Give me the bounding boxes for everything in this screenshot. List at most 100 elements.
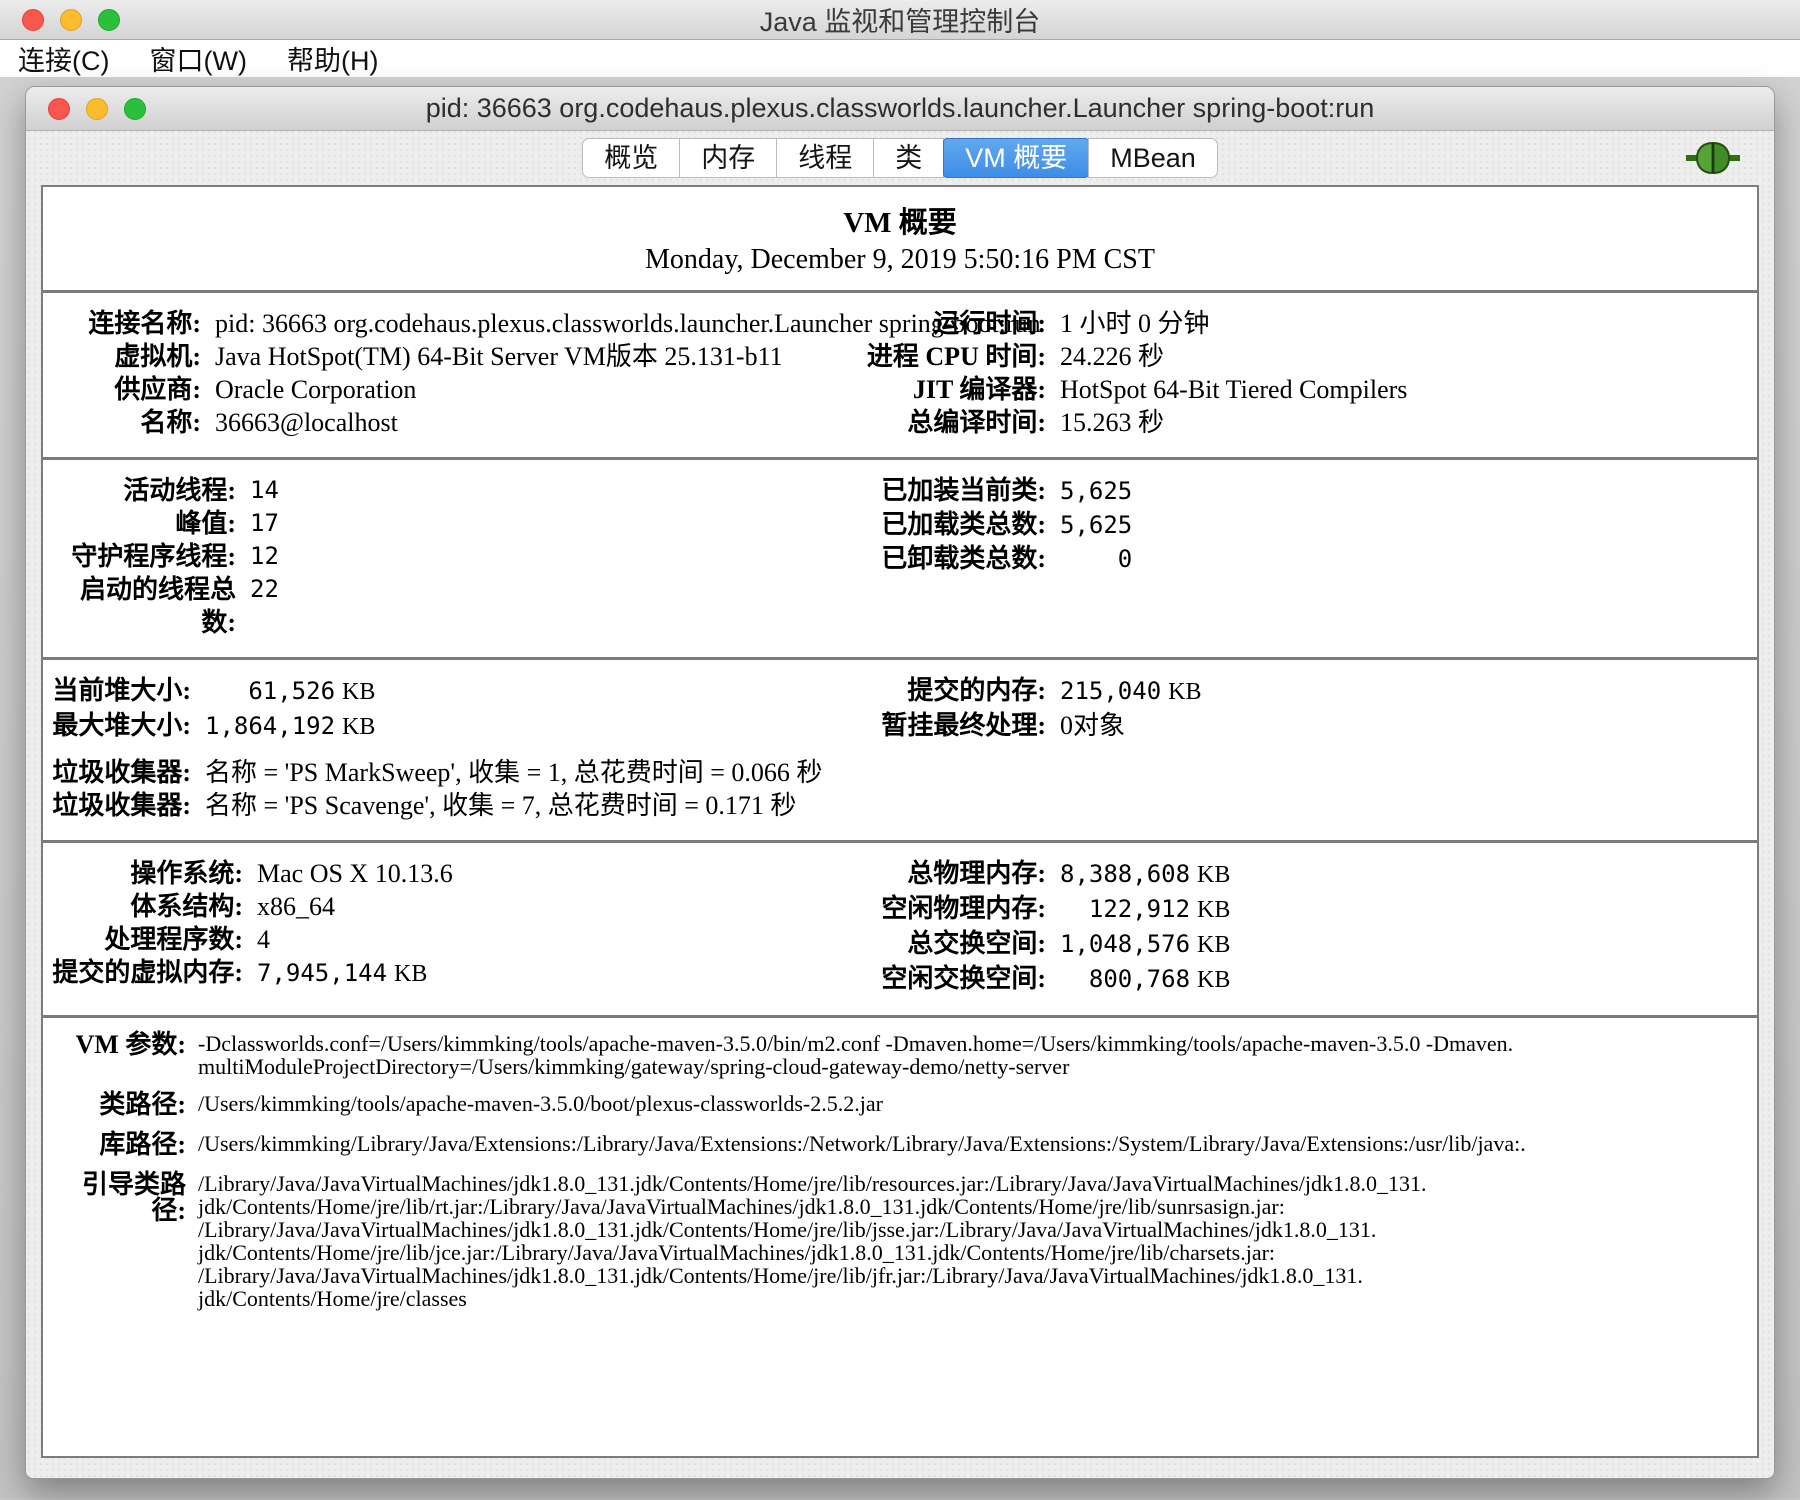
field-unit: KB	[342, 714, 375, 740]
field-label: 进程 CPU 时间:	[851, 340, 1046, 373]
info-row: 提交的虚拟内存: 7,945,144KB	[51, 956, 851, 991]
info-row: 处理程序数: 4	[51, 923, 851, 956]
field-value: 22	[250, 573, 279, 639]
class-path-value: /Users/kimmking/tools/apache-maven-3.5.0…	[198, 1092, 883, 1118]
field-value: 15.263 秒	[1060, 406, 1164, 439]
info-row: 操作系统: Mac OS X 10.13.6	[51, 857, 851, 890]
zoom-icon[interactable]	[124, 98, 146, 120]
zoom-icon[interactable]	[98, 9, 120, 31]
info-row: JIT 编译器: HotSpot 64-Bit Tiered Compilers	[851, 373, 1749, 406]
path-line: /Library/Java/JavaVirtualMachines/jdk1.8…	[198, 1264, 1426, 1287]
field-value: x86_64	[257, 890, 335, 923]
field-label: 最大堆大小:	[51, 709, 191, 744]
library-path-row: 库路径: /Users/kimmking/Library/Java/Extens…	[51, 1132, 1749, 1158]
app-title: Java 监视和管理控制台	[760, 0, 1041, 39]
menu-connection[interactable]: 连接(C)	[18, 39, 109, 78]
info-row: 运行时间: 1 小时 0 分钟	[851, 307, 1749, 340]
info-row: 供应商: Oracle Corporation	[51, 373, 851, 406]
field-label: 空闲物理内存:	[851, 892, 1046, 927]
field-value: 0	[1060, 543, 1132, 576]
vm-args-value: -Dclassworlds.conf=/Users/kimmking/tools…	[198, 1032, 1513, 1078]
minimize-icon[interactable]	[60, 9, 82, 31]
field-unit: KB	[1168, 679, 1201, 705]
field-value: 8,388,608	[1060, 858, 1190, 891]
field-label: VM 参数:	[51, 1032, 186, 1078]
info-row: 总物理内存: 8,388,608KB	[851, 857, 1749, 892]
info-row: 进程 CPU 时间: 24.226 秒	[851, 340, 1749, 373]
info-row: 已加装当前类: 5,625	[851, 474, 1749, 508]
menu-help[interactable]: 帮助(H)	[287, 39, 378, 78]
field-value: 5,625	[1060, 475, 1132, 508]
path-line: /Users/kimmking/Library/Java/Extensions:…	[198, 1132, 1526, 1155]
field-label: 连接名称:	[51, 307, 201, 340]
path-line: jdk/Contents/Home/jre/classes	[198, 1287, 1426, 1310]
info-row: 峰值: 17	[51, 507, 851, 540]
path-line: /Users/kimmking/tools/apache-maven-3.5.0…	[198, 1092, 883, 1115]
heap-left: 当前堆大小: 61,526KB 最大堆大小: 1,864,192KB 垃圾收集器…	[51, 674, 851, 822]
field-value: 17	[250, 507, 279, 540]
boot-class-path-row: 引导类路径: /Library/Java/JavaVirtualMachines…	[51, 1172, 1749, 1310]
tab-memory[interactable]: 内存	[679, 138, 777, 178]
tab-classes[interactable]: 类	[873, 138, 944, 178]
field-label: 暂挂最终处理:	[851, 709, 1046, 742]
plug-connected-icon	[1686, 139, 1740, 182]
field-label: 总物理内存:	[851, 857, 1046, 892]
info-row: 最大堆大小: 1,864,192KB	[51, 709, 851, 744]
field-value: 5,625	[1060, 509, 1132, 542]
field-value: 1 小时 0 分钟	[1060, 307, 1210, 340]
field-label: 活动线程:	[51, 474, 236, 507]
library-path-value: /Users/kimmking/Library/Java/Extensions:…	[198, 1132, 1526, 1158]
info-row: 活动线程: 14	[51, 474, 851, 507]
tab-mbean[interactable]: MBean	[1088, 138, 1218, 178]
summary-title: VM 概要	[43, 199, 1757, 241]
field-label: 引导类路径:	[51, 1172, 186, 1310]
tabbar: 概览 内存 线程 类 VM 概要 MBean	[26, 131, 1774, 185]
field-label: 名称:	[51, 406, 201, 439]
info-row: 暂挂最终处理: 0对象	[851, 709, 1749, 742]
boot-class-path-value: /Library/Java/JavaVirtualMachines/jdk1.8…	[198, 1172, 1426, 1310]
path-line: jdk/Contents/Home/jre/lib/rt.jar:/Librar…	[198, 1195, 1426, 1218]
info-row: 名称: 36663@localhost	[51, 406, 851, 439]
tab-threads[interactable]: 线程	[776, 138, 874, 178]
summary-timestamp: Monday, December 9, 2019 5:50:16 PM CST	[43, 244, 1757, 276]
field-label: 库路径:	[51, 1132, 186, 1158]
field-value: 61,526	[205, 675, 335, 708]
field-value: Java HotSpot(TM) 64-Bit Server VM版本 25.1…	[215, 340, 783, 373]
field-value: 24.226 秒	[1060, 340, 1164, 373]
minimize-icon[interactable]	[86, 98, 108, 120]
info-row: 垃圾收集器: 名称 = 'PS MarkSweep', 收集 = 1, 总花费时…	[51, 756, 851, 789]
gc-rows: 垃圾收集器: 名称 = 'PS MarkSweep', 收集 = 1, 总花费时…	[51, 756, 851, 822]
field-label: 运行时间:	[851, 307, 1046, 340]
section-threads-classes: 活动线程: 14 峰值: 17 守护程序线程: 12 启动的线程总数:	[43, 457, 1757, 657]
connection-window-controls	[48, 87, 146, 130]
menu-window[interactable]: 窗口(W)	[149, 39, 246, 78]
vm-summary-panel: VM 概要 Monday, December 9, 2019 5:50:16 P…	[41, 185, 1759, 1458]
field-value: 122,912	[1060, 893, 1190, 926]
field-label: 峰值:	[51, 507, 236, 540]
path-line: -Dclassworlds.conf=/Users/kimmking/tools…	[198, 1032, 1513, 1055]
info-row: 空闲交换空间: 800,768KB	[851, 962, 1749, 997]
field-label: 垃圾收集器:	[51, 756, 191, 789]
info-row: 提交的内存: 215,040KB	[851, 674, 1749, 709]
os-right: 总物理内存: 8,388,608KB 空闲物理内存: 122,912KB 总交换…	[851, 857, 1749, 997]
connection-left: 连接名称: pid: 36663 org.codehaus.plexus.cla…	[51, 307, 851, 439]
info-row: 体系结构: x86_64	[51, 890, 851, 923]
info-row: 已卸载类总数: 0	[851, 542, 1749, 576]
section-paths: VM 参数: -Dclassworlds.conf=/Users/kimmkin…	[43, 1015, 1757, 1336]
section-heap: 当前堆大小: 61,526KB 最大堆大小: 1,864,192KB 垃圾收集器…	[43, 657, 1757, 840]
main-titlebar: Java 监视和管理控制台	[0, 0, 1800, 40]
tab-vm-summary[interactable]: VM 概要	[943, 138, 1089, 178]
field-label: 已加装当前类:	[851, 474, 1046, 508]
threads-left: 活动线程: 14 峰值: 17 守护程序线程: 12 启动的线程总数:	[51, 474, 851, 639]
field-label: 提交的内存:	[851, 674, 1046, 709]
menubar: 连接(C) 窗口(W) 帮助(H)	[0, 40, 1800, 78]
close-icon[interactable]	[22, 9, 44, 31]
field-value: Mac OS X 10.13.6	[257, 857, 453, 890]
connection-right: 运行时间: 1 小时 0 分钟 进程 CPU 时间: 24.226 秒 JIT …	[851, 307, 1749, 439]
field-label: 空闲交换空间:	[851, 962, 1046, 997]
field-value: 7,945,144	[257, 959, 387, 987]
field-value: 12	[250, 540, 279, 573]
close-icon[interactable]	[48, 98, 70, 120]
field-label: 类路径:	[51, 1092, 186, 1118]
tab-overview[interactable]: 概览	[582, 138, 680, 178]
